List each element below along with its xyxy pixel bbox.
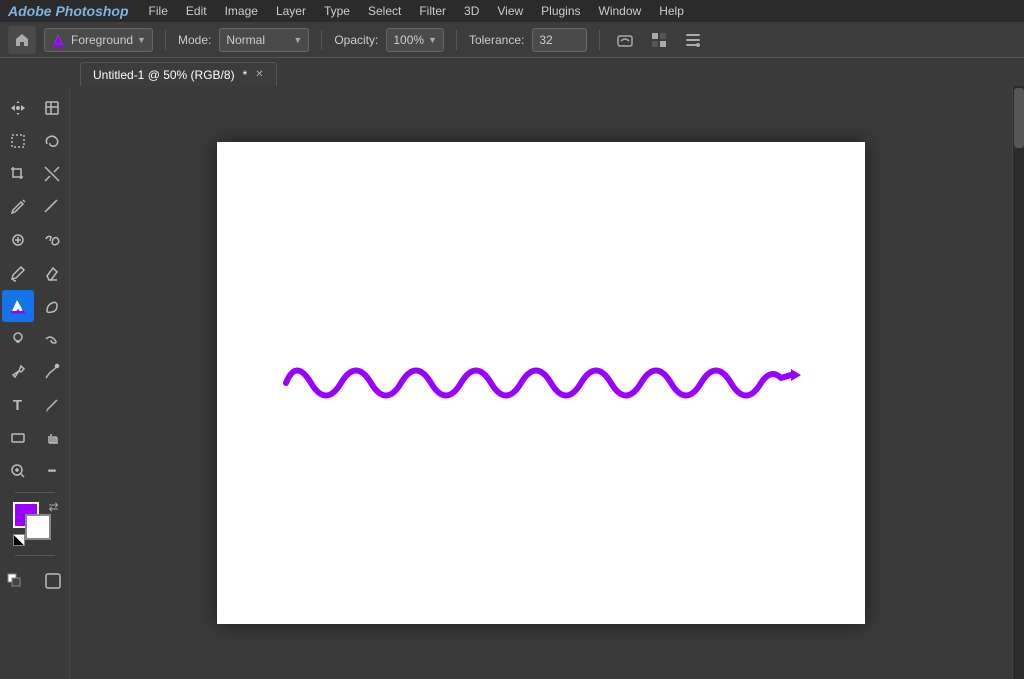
- menu-file[interactable]: File: [141, 2, 176, 20]
- canvas[interactable]: [217, 142, 865, 624]
- scrollbar-thumb[interactable]: [1014, 88, 1024, 148]
- eyedropper-tool[interactable]: [2, 191, 34, 223]
- toolbar: T ••• ⇄: [0, 86, 70, 679]
- menu-view[interactable]: View: [489, 2, 531, 20]
- artboard-tool[interactable]: [36, 92, 68, 124]
- extra-tools[interactable]: •••: [36, 455, 68, 487]
- gradient-tool[interactable]: [2, 290, 34, 322]
- tool-group-pen: [2, 356, 68, 388]
- toolbar-divider: [15, 492, 55, 493]
- slice-tool[interactable]: [36, 158, 68, 190]
- sample-all-layers-button[interactable]: [680, 27, 706, 53]
- main-content: T ••• ⇄: [0, 86, 1024, 679]
- tool-group-shape: [2, 422, 68, 454]
- document-tab[interactable]: Untitled-1 @ 50% (RGB/8) * ✕: [80, 62, 277, 86]
- menu-3d[interactable]: 3D: [456, 2, 487, 20]
- tab-modified-indicator: *: [243, 68, 248, 82]
- path-selection-tool[interactable]: [36, 389, 68, 421]
- background-color[interactable]: [25, 514, 51, 540]
- divider-1: [165, 30, 166, 50]
- pen-tool[interactable]: [2, 356, 34, 388]
- zoom-tool[interactable]: [2, 455, 34, 487]
- tool-group-move: [2, 92, 68, 124]
- lasso-tool[interactable]: [36, 125, 68, 157]
- tab-title: Untitled-1 @ 50% (RGB/8): [93, 68, 235, 82]
- options-bar: Foreground ▼ Mode: Normal ▼ Opacity: 100…: [0, 22, 1024, 58]
- menu-filter[interactable]: Filter: [411, 2, 454, 20]
- fill-tool-dropdown[interactable]: Foreground ▼: [44, 28, 153, 52]
- tool-group-eyedropper: [2, 191, 68, 223]
- opacity-label: Opacity:: [334, 33, 378, 47]
- menu-edit[interactable]: Edit: [178, 2, 215, 20]
- menu-select[interactable]: Select: [360, 2, 409, 20]
- menubar: Adobe Photoshop File Edit Image Layer Ty…: [0, 0, 1024, 22]
- hand-tool[interactable]: [36, 422, 68, 454]
- tool-group-crop: [2, 158, 68, 190]
- crop-tool[interactable]: [2, 158, 34, 190]
- brush-tool[interactable]: [2, 257, 34, 289]
- tool-group-zoom: •••: [2, 455, 68, 487]
- eraser-tool[interactable]: [36, 257, 68, 289]
- tool-group-dodge: [2, 323, 68, 355]
- smudge-tool[interactable]: [36, 323, 68, 355]
- tool-group-healing: [2, 224, 68, 256]
- swap-colors-button[interactable]: ⇄: [48, 500, 58, 514]
- anti-alias-button[interactable]: [612, 27, 638, 53]
- mode-dropdown[interactable]: Normal ▼: [219, 28, 309, 52]
- app-logo: Adobe Photoshop: [4, 3, 133, 19]
- home-button[interactable]: [8, 26, 36, 54]
- tab-bar: Untitled-1 @ 50% (RGB/8) * ✕: [0, 58, 1024, 86]
- tool-group-type: T: [2, 389, 68, 421]
- tool-group-brush: [2, 257, 68, 289]
- tool-group-select: [2, 125, 68, 157]
- spot-healing-tool[interactable]: [2, 224, 34, 256]
- ruler-tool[interactable]: [36, 191, 68, 223]
- toolbar-divider-2: [15, 555, 55, 556]
- tab-close-button[interactable]: ✕: [255, 69, 263, 80]
- divider-3: [456, 30, 457, 50]
- mode-label: Mode:: [178, 33, 211, 47]
- menu-help[interactable]: Help: [651, 2, 692, 20]
- menu-layer[interactable]: Layer: [268, 2, 314, 20]
- vertical-scrollbar[interactable]: [1012, 86, 1024, 679]
- dodge-tool[interactable]: [2, 323, 34, 355]
- mode-chevron: ▼: [293, 35, 302, 45]
- quick-mask-group: [1, 565, 69, 597]
- contiguous-button[interactable]: [646, 27, 672, 53]
- divider-4: [599, 30, 600, 50]
- blur-tool[interactable]: [36, 290, 68, 322]
- screen-mode-button[interactable]: [37, 565, 69, 597]
- fill-tool-label: Foreground: [71, 33, 133, 47]
- menu-window[interactable]: Window: [591, 2, 650, 20]
- tolerance-label: Tolerance:: [469, 33, 524, 47]
- menu-plugins[interactable]: Plugins: [533, 2, 588, 20]
- menu-image[interactable]: Image: [217, 2, 266, 20]
- freeform-pen-tool[interactable]: [36, 356, 68, 388]
- tolerance-value[interactable]: 32: [532, 28, 587, 52]
- reset-colors-button[interactable]: [13, 534, 25, 546]
- canvas-area: [70, 86, 1012, 679]
- opacity-value[interactable]: 100% ▼: [386, 28, 444, 52]
- color-swatches: ⇄: [13, 502, 57, 546]
- clone-stamp-tool[interactable]: [36, 224, 68, 256]
- quick-mask-button[interactable]: [1, 565, 33, 597]
- type-tool[interactable]: T: [2, 389, 34, 421]
- divider-2: [321, 30, 322, 50]
- fill-tool-chevron: ▼: [137, 35, 146, 45]
- tool-group-gradient: [2, 290, 68, 322]
- rectangular-marquee-tool[interactable]: [2, 125, 34, 157]
- menu-type[interactable]: Type: [316, 2, 358, 20]
- rectangle-tool[interactable]: [2, 422, 34, 454]
- opacity-chevron: ▼: [428, 35, 437, 45]
- mode-value: Normal: [226, 33, 265, 47]
- move-tool[interactable]: [2, 92, 34, 124]
- wave-drawing: [281, 343, 801, 423]
